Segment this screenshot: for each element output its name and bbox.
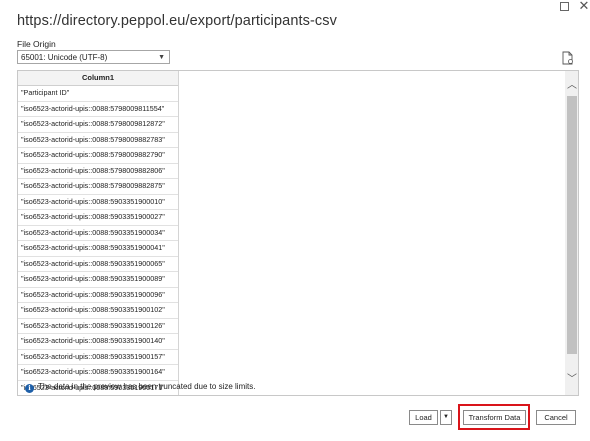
highlight-box xyxy=(458,404,530,430)
document-settings-icon[interactable] xyxy=(562,51,574,65)
table-row[interactable]: "iso6523-actorid-upis::0088:579800981287… xyxy=(18,117,178,133)
chevron-down-icon: ▼ xyxy=(443,414,449,420)
file-origin-select[interactable]: 65001: Unicode (UTF-8) ▼ xyxy=(17,50,170,64)
table-row[interactable]: "iso6523-actorid-upis::0088:590335190014… xyxy=(18,334,178,350)
table-row[interactable]: "iso6523-actorid-upis::0088:590335190004… xyxy=(18,241,178,257)
scroll-up-icon[interactable]: ︿ xyxy=(565,79,578,93)
dialog-title: https://directory.peppol.eu/export/parti… xyxy=(17,13,337,29)
file-origin-value: 65001: Unicode (UTF-8) xyxy=(21,53,108,62)
scroll-down-icon[interactable]: ﹀ xyxy=(565,373,578,387)
chevron-down-icon: ▼ xyxy=(158,54,165,61)
load-button[interactable]: Load xyxy=(409,410,438,425)
maximize-button[interactable] xyxy=(557,0,571,14)
file-origin-label: File Origin xyxy=(17,39,56,49)
maximize-icon xyxy=(559,2,569,11)
table-row[interactable]: "iso6523-actorid-upis::0088:579800988287… xyxy=(18,179,178,195)
table-row[interactable]: "iso6523-actorid-upis::0088:579800988280… xyxy=(18,164,178,179)
data-preview-pane: Column1 "Participant ID" "iso6523-actorid… xyxy=(17,70,579,396)
truncation-notice: i The data in the preview has been trunca… xyxy=(25,382,255,393)
scroll-thumb[interactable] xyxy=(567,96,577,354)
table-row[interactable]: "iso6523-actorid-upis::0088:590335190002… xyxy=(18,210,178,226)
table-row[interactable]: "iso6523-actorid-upis::0088:590335190001… xyxy=(18,195,178,210)
table-row[interactable]: "iso6523-actorid-upis::0088:579800988278… xyxy=(18,133,178,148)
table-row[interactable]: "iso6523-actorid-upis::0088:590335190008… xyxy=(18,272,178,288)
table-row[interactable]: "Participant ID" xyxy=(18,86,178,102)
table-row[interactable]: "iso6523-actorid-upis::0088:590335190012… xyxy=(18,319,178,334)
table-row[interactable]: "iso6523-actorid-upis::0088:590335190015… xyxy=(18,350,178,365)
table-row[interactable]: "iso6523-actorid-upis::0088:590335190010… xyxy=(18,303,178,319)
table-row[interactable]: "iso6523-actorid-upis::0088:590335190003… xyxy=(18,226,178,241)
preview-table: Column1 "Participant ID" "iso6523-actorid… xyxy=(18,71,179,395)
cancel-button[interactable]: Cancel xyxy=(536,410,576,425)
info-icon: i xyxy=(25,384,34,393)
truncation-notice-text: The data in the preview has been truncat… xyxy=(38,382,256,391)
close-button[interactable]: ✕ xyxy=(577,0,590,14)
table-row[interactable]: "iso6523-actorid-upis::0088:579800981155… xyxy=(18,102,178,117)
table-rows: "Participant ID" "iso6523-actorid-upis::0… xyxy=(18,86,178,395)
vertical-scrollbar[interactable]: ︿ ﹀ xyxy=(565,71,578,395)
load-dropdown-button[interactable]: ▼ xyxy=(440,410,452,425)
table-row[interactable]: "iso6523-actorid-upis::0088:579800988279… xyxy=(18,148,178,164)
column-header[interactable]: Column1 xyxy=(18,71,178,86)
table-row[interactable]: "iso6523-actorid-upis::0088:590335190009… xyxy=(18,288,178,303)
table-row[interactable]: "iso6523-actorid-upis::0088:590335190006… xyxy=(18,257,178,272)
table-row[interactable]: "iso6523-actorid-upis::0088:590335190016… xyxy=(18,365,178,381)
